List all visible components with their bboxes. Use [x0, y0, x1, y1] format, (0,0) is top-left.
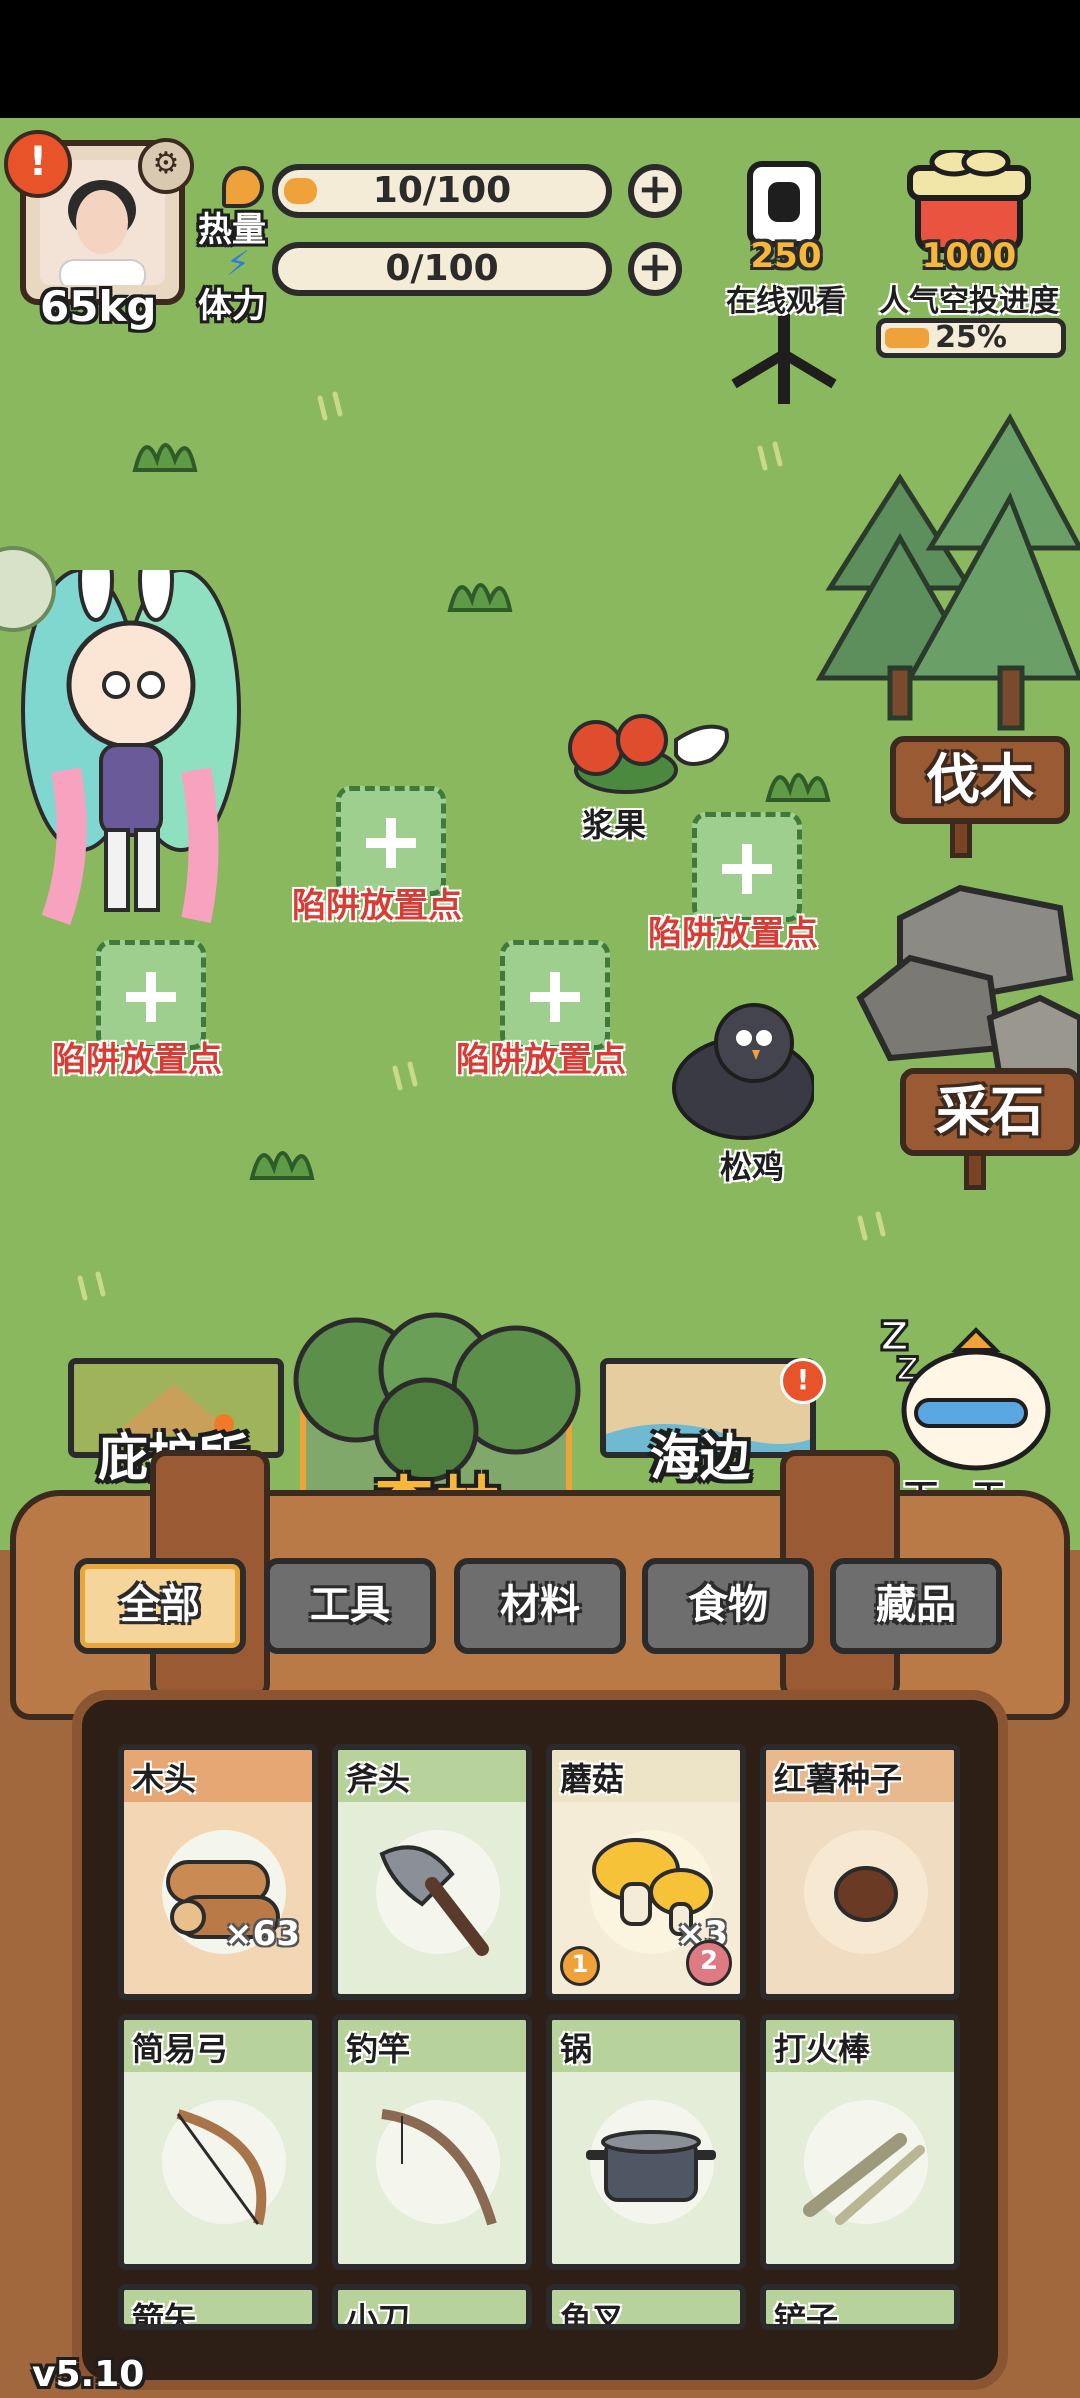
item-name: 小刀: [346, 2300, 411, 2330]
tab-materials[interactable]: 材料: [454, 1558, 626, 1654]
item-name: 鱼叉: [560, 2300, 625, 2330]
item-knife[interactable]: 小刀: [332, 2284, 532, 2330]
airdrop-progress-text: 25%: [935, 320, 1007, 355]
berry-label: 浆果: [582, 806, 647, 844]
item-name: 箭矢: [132, 2300, 197, 2330]
stamina-badge: 2: [686, 1940, 732, 1986]
item-name: 钓竿: [346, 2030, 411, 2068]
item-arrows[interactable]: 箭矢: [118, 2284, 318, 2330]
item-name: 斧头: [346, 1760, 411, 1798]
item-axe[interactable]: 斧头: [332, 1744, 532, 2000]
seed-icon: [834, 1866, 898, 1922]
item-wood[interactable]: 木头 ×63: [118, 1744, 318, 2000]
grouse-label: 松鸡: [720, 1148, 785, 1186]
stamina-bar: 0/100: [272, 242, 612, 296]
item-name: 红薯种子: [774, 1760, 903, 1798]
viewer-count: 250: [750, 236, 822, 276]
tab-all[interactable]: 全部: [74, 1558, 246, 1654]
gear-icon[interactable]: ⚙: [138, 138, 194, 194]
add-heat-button[interactable]: +: [628, 164, 682, 218]
item-shovel[interactable]: 铲子: [760, 2284, 960, 2330]
heat-value: 10/100: [372, 170, 512, 211]
item-name: 蘑菇: [560, 1760, 625, 1798]
item-name: 锅: [560, 2030, 593, 2068]
item-fishing-rod[interactable]: 钓竿: [332, 2014, 532, 2270]
heat-badge: 1: [560, 1946, 600, 1986]
status-bar: [0, 0, 1080, 118]
stamina-value: 0/100: [385, 248, 499, 289]
item-name: 木头: [132, 1760, 197, 1798]
add-stamina-button[interactable]: +: [628, 242, 682, 296]
item-fire-starter[interactable]: 打火棒: [760, 2014, 960, 2270]
item-count: ×63: [224, 1914, 300, 1954]
trap-label-1: 陷阱放置点: [292, 886, 462, 926]
heat-icon: [222, 166, 264, 208]
item-name: 打火棒: [774, 2030, 871, 2068]
trap-label-2: 陷阱放置点: [648, 914, 818, 954]
tab-food[interactable]: 食物: [642, 1558, 814, 1654]
item-sweet-potato-seed[interactable]: 红薯种子: [760, 1744, 960, 2000]
player-weight: 65kg: [40, 282, 157, 331]
viewer-label: 在线观看: [726, 284, 846, 319]
airdrop-info: 1000 人气空投进度: [864, 236, 1074, 320]
item-simple-bow[interactable]: 简易弓: [118, 2014, 318, 2270]
heat-bar: 10/100: [272, 164, 612, 218]
axe-icon: [379, 1845, 489, 1956]
version-label: v5.10: [32, 2354, 145, 2395]
berry-bush-icon[interactable]: [556, 700, 736, 800]
item-mushroom[interactable]: 蘑菇 ×3 1 2: [546, 1744, 746, 2000]
airdrop-count: 1000: [921, 236, 1017, 276]
trap-label-3: 陷阱放置点: [52, 1040, 222, 1080]
fire-stick-icon: [803, 2133, 925, 2225]
beach-label: 海边: [650, 1429, 750, 1487]
trap-label-4: 陷阱放置点: [456, 1040, 626, 1080]
sleeping-character-icon[interactable]: Z Z: [876, 1310, 1056, 1480]
pot-icon: [586, 2130, 716, 2202]
airdrop-label: 人气空投进度: [879, 284, 1059, 319]
beach-alert-icon: !: [780, 1358, 826, 1404]
stamina-label: 体力: [198, 286, 266, 326]
bow-icon: [176, 2109, 267, 2226]
item-harpoon[interactable]: 鱼叉: [546, 2284, 746, 2330]
player-character[interactable]: [6, 570, 246, 930]
airdrop-progress-bar: 25%: [876, 318, 1066, 358]
lightning-icon: ⚡: [226, 244, 250, 284]
live-viewers: 250 在线观看: [706, 236, 866, 320]
grouse-icon[interactable]: [664, 998, 814, 1148]
chop-wood-sign[interactable]: 伐木: [890, 736, 1070, 824]
item-name: 铲子: [774, 2300, 839, 2330]
fishing-rod-icon: [381, 2109, 497, 2226]
alert-icon[interactable]: !: [4, 130, 72, 198]
tab-collectibles[interactable]: 藏品: [830, 1558, 1002, 1654]
item-pot[interactable]: 锅: [546, 2014, 746, 2270]
tab-tools[interactable]: 工具: [264, 1558, 436, 1654]
item-name: 简易弓: [132, 2030, 229, 2068]
quarry-sign[interactable]: 采石: [900, 1068, 1080, 1156]
